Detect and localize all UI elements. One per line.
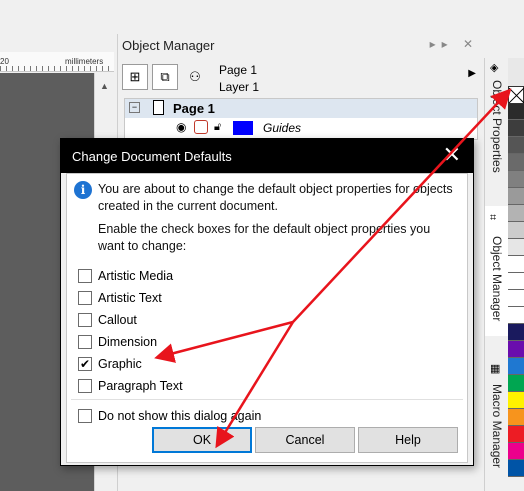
cancel-button[interactable]: Cancel — [255, 427, 355, 453]
fill-bucket-icon: ◈ — [490, 62, 499, 74]
dialog-message: You are about to change the default obje… — [98, 182, 453, 213]
docker-controls[interactable]: ▸▸ ✕ — [430, 37, 479, 51]
palette-swatch[interactable] — [508, 443, 524, 460]
divider — [71, 399, 463, 400]
tab-macro-manager-label: Macro Manager — [490, 384, 504, 469]
palette-swatch[interactable] — [508, 341, 524, 358]
palette-swatch[interactable] — [508, 205, 524, 222]
tab-macro-manager[interactable]: ▦ Macro Manager — [485, 358, 509, 491]
palette-swatch[interactable] — [508, 392, 524, 409]
palette-swatch[interactable] — [508, 358, 524, 375]
current-page-name: Page 1 — [219, 63, 258, 77]
checkbox[interactable] — [78, 335, 92, 349]
object-manager-icon: ⌗ — [490, 212, 497, 224]
palette-swatch[interactable] — [508, 103, 524, 120]
show-properties-icon[interactable]: ⊞ — [122, 64, 148, 90]
palette-swatch[interactable] — [508, 375, 524, 392]
layer-color-swatch[interactable] — [233, 121, 253, 135]
current-layer-name: Layer 1 — [219, 80, 260, 94]
palette-header — [508, 58, 524, 86]
page-icon — [153, 100, 164, 115]
palette-swatch[interactable] — [508, 239, 524, 256]
horizontal-ruler: 20 millimeters — [0, 52, 114, 72]
docker-title: Object Manager — [122, 38, 215, 53]
option-label: Artistic Text — [98, 291, 162, 305]
tree-layer-label: Guides — [263, 121, 302, 135]
scroll-up-icon[interactable]: ▲ — [100, 81, 109, 91]
no-color-swatch[interactable] — [508, 86, 524, 104]
option-label: Do not show this dialog again — [98, 409, 262, 423]
palette-swatch[interactable] — [508, 171, 524, 188]
ruler-tick-label: 20 — [0, 57, 9, 66]
option-label: Dimension — [98, 335, 158, 349]
palette-swatch[interactable] — [508, 222, 524, 239]
tab-object-properties[interactable]: ◈ Object Properties — [485, 58, 509, 188]
help-button[interactable]: Help — [358, 427, 458, 453]
dialog-title: Change Document Defaults — [72, 149, 232, 164]
checkbox[interactable] — [78, 313, 92, 327]
tree-page-label: Page 1 — [173, 101, 215, 116]
tab-object-properties-label: Object Properties — [490, 80, 504, 173]
lock-icon[interactable]: 🔓︎ — [214, 121, 221, 134]
palette-swatch[interactable] — [508, 324, 524, 341]
edit-across-layers-icon[interactable]: ⧉ — [152, 64, 178, 90]
docker-tabs: ◈ Object Properties ⌗ Object Manager ▦ M… — [484, 58, 509, 491]
dialog-body: i You are about to change the default ob… — [66, 173, 468, 463]
checkbox[interactable]: ✔ — [78, 357, 92, 371]
checkbox[interactable] — [78, 269, 92, 283]
tree-row-guides-layer[interactable]: ◉ 🔓︎ Guides — [125, 119, 477, 138]
palette-swatch[interactable] — [508, 188, 524, 205]
macro-manager-icon: ▦ — [490, 363, 501, 375]
palette-swatch[interactable] — [508, 290, 524, 307]
color-palette — [508, 86, 524, 491]
option-label: Graphic — [98, 357, 142, 371]
checkbox[interactable] — [78, 409, 92, 423]
option-label: Artistic Media — [98, 269, 174, 283]
object-tree: − Page 1 ◉ 🔓︎ Guides — [124, 98, 478, 140]
palette-swatch[interactable] — [508, 120, 524, 137]
palette-swatch[interactable] — [508, 307, 524, 324]
page-layer-info: Page 1 Layer 1 — [219, 62, 259, 96]
info-icon: i — [74, 181, 92, 199]
palette-swatch[interactable] — [508, 137, 524, 154]
palette-swatch[interactable] — [508, 426, 524, 443]
layer-manager-view-icon[interactable]: ⚇ — [182, 64, 208, 90]
printable-icon[interactable] — [194, 120, 208, 134]
object-manager-toolbar: ⊞ ⧉ ⚇ Page 1 Layer 1 ▶ — [122, 62, 482, 98]
palette-swatch[interactable] — [508, 409, 524, 426]
dialog-title-bar[interactable]: Change Document Defaults ✕ — [61, 139, 473, 173]
ruler-units-label: millimeters — [65, 57, 104, 66]
palette-swatch[interactable] — [508, 273, 524, 290]
checkbox[interactable] — [78, 291, 92, 305]
ok-button[interactable]: OK — [152, 427, 252, 453]
palette-swatch[interactable] — [508, 154, 524, 171]
option-label: Callout — [98, 313, 137, 327]
close-icon[interactable]: ✕ — [443, 143, 461, 167]
option-label: Paragraph Text — [98, 379, 183, 393]
change-document-defaults-dialog: Change Document Defaults ✕ i You are abo… — [60, 138, 474, 466]
checkbox[interactable] — [78, 379, 92, 393]
tree-row-page[interactable]: − Page 1 — [125, 99, 477, 118]
palette-swatch[interactable] — [508, 256, 524, 273]
collapse-icon[interactable]: − — [129, 102, 140, 113]
tab-object-manager[interactable]: ⌗ Object Manager — [485, 206, 509, 336]
palette-swatch[interactable] — [508, 460, 524, 477]
tab-object-manager-label: Object Manager — [490, 236, 504, 322]
dialog-instruction: Enable the check boxes for the default o… — [98, 222, 431, 253]
ruler-ticks — [0, 66, 114, 71]
flyout-arrow-icon[interactable]: ▶ — [468, 68, 476, 79]
visibility-eye-icon[interactable]: ◉ — [176, 120, 186, 134]
